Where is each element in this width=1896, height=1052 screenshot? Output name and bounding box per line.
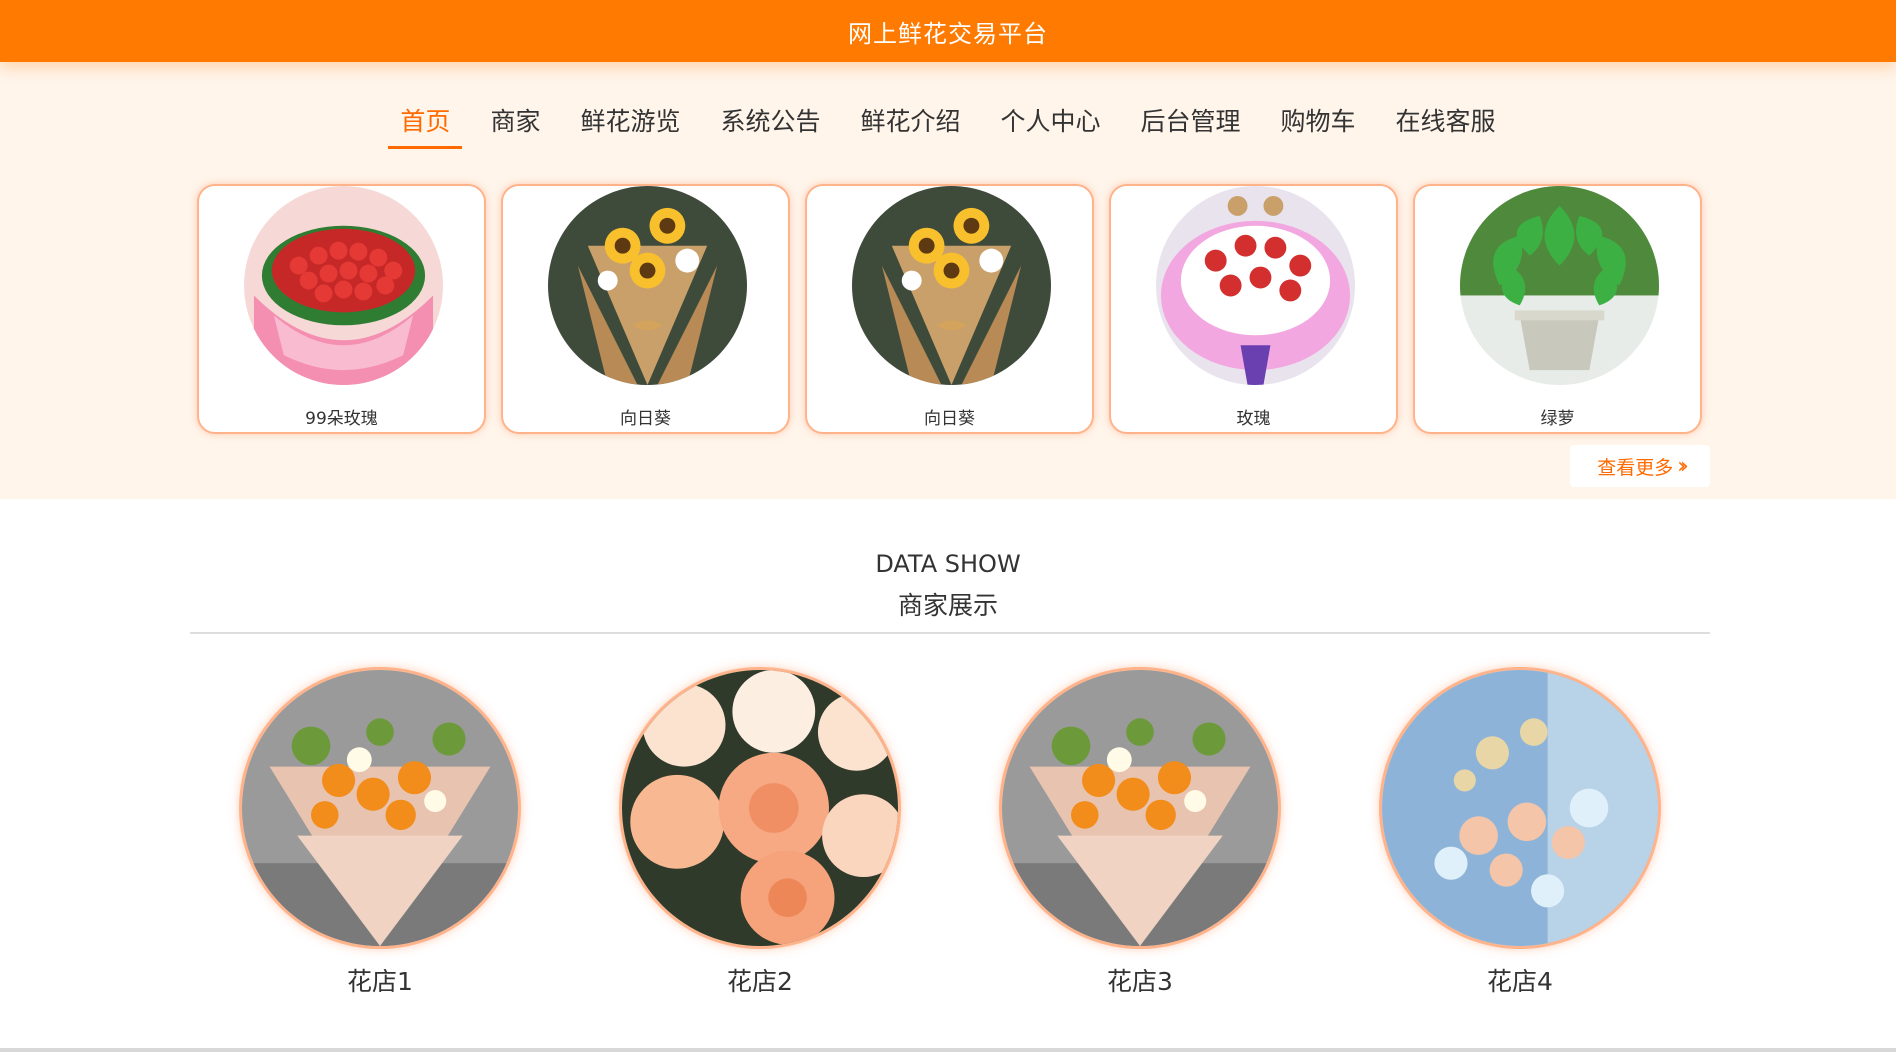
product-name: 99朵玫瑰 [305, 409, 378, 429]
product-card[interactable]: 向日葵 [501, 184, 790, 434]
product-image-red-roses [244, 186, 443, 385]
nav-item-cart[interactable]: 购物车 [1261, 102, 1376, 149]
product-card[interactable]: 向日葵 [805, 184, 1094, 434]
merchants-section-header: DATA SHOW 商家展示 [0, 550, 1896, 622]
product-image-sunflower [548, 186, 747, 385]
merchant-name: 花店2 [727, 967, 793, 996]
view-more-label: 查看更多 [1597, 456, 1674, 479]
merchant-item[interactable]: 花店4 [1380, 670, 1660, 1000]
page-bottom-edge [0, 1048, 1896, 1052]
section-divider [190, 632, 1710, 634]
merchant-item[interactable]: 花店1 [240, 670, 520, 1000]
merchant-name: 花店1 [347, 967, 413, 996]
merchant-image-orange-bouquet [1002, 670, 1278, 946]
top-bar: 网上鲜花交易平台 [0, 0, 1896, 62]
product-name: 绿萝 [1540, 409, 1575, 429]
merchant-image-orange-bouquet [242, 670, 518, 946]
merchant-image-peach-roses [622, 670, 898, 946]
merchant-item[interactable]: 花店2 [620, 670, 900, 1000]
nav-item-announcements[interactable]: 系统公告 [700, 102, 840, 149]
merchant-image-pastel-arrangement [1382, 670, 1658, 946]
site-title: 网上鲜花交易平台 [848, 19, 1048, 48]
merchant-list: 花店1 花店2 花店3 花店4 [0, 670, 1896, 1000]
nav-item-flower-intro[interactable]: 鲜花介绍 [840, 102, 980, 149]
nav-item-home[interactable]: 首页 [380, 102, 470, 149]
product-cards: 99朵玫瑰 向日葵 向日葵 玫瑰 绿萝 [197, 184, 1703, 434]
merchant-name: 花店4 [1487, 967, 1553, 996]
product-card[interactable]: 99朵玫瑰 [197, 184, 486, 434]
merchant-item[interactable]: 花店3 [1000, 670, 1280, 1000]
product-name: 向日葵 [924, 409, 975, 429]
double-chevron-right-icon: ›› [1677, 453, 1688, 479]
product-card[interactable]: 绿萝 [1413, 184, 1702, 434]
nav-item-customer-service[interactable]: 在线客服 [1376, 102, 1516, 149]
merchant-name: 花店3 [1107, 967, 1173, 996]
product-name: 向日葵 [620, 409, 671, 429]
view-more-button[interactable]: 查看更多 ›› [1570, 445, 1710, 487]
product-image-sunflower [852, 186, 1051, 385]
product-name: 玫瑰 [1236, 409, 1271, 429]
hero-section: 首页 商家 鲜花游览 系统公告 鲜花介绍 个人中心 后台管理 购物车 在线客服 [0, 62, 1896, 499]
product-card[interactable]: 玫瑰 [1109, 184, 1398, 434]
section-title-en: DATA SHOW [875, 550, 1021, 578]
product-image-roses-pink-wrap [1156, 186, 1355, 385]
nav-item-browse-flowers[interactable]: 鲜花游览 [560, 102, 700, 149]
nav-item-admin[interactable]: 后台管理 [1121, 102, 1261, 149]
product-image-pothos [1460, 186, 1659, 385]
main-nav: 首页 商家 鲜花游览 系统公告 鲜花介绍 个人中心 后台管理 购物车 在线客服 [0, 102, 1896, 149]
nav-item-merchants[interactable]: 商家 [470, 102, 560, 149]
nav-item-personal-center[interactable]: 个人中心 [981, 102, 1121, 149]
section-title-cn: 商家展示 [897, 591, 998, 620]
